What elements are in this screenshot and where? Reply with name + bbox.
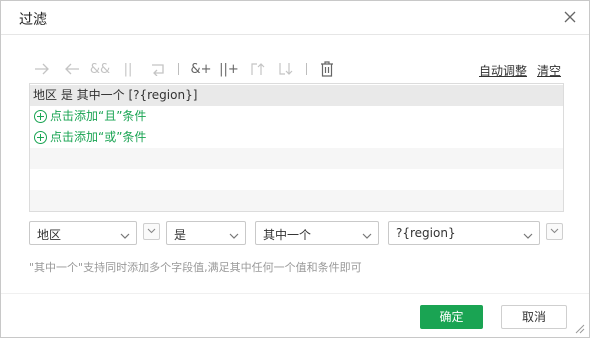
and-icon[interactable]: &&: [90, 59, 110, 79]
add-or-condition[interactable]: 点击添加“或”条件: [30, 127, 563, 148]
move-down-icon[interactable]: [277, 59, 295, 79]
operator-select-value: 是: [174, 228, 187, 242]
dialog-title: 过滤: [19, 12, 47, 28]
empty-row: [30, 169, 563, 190]
operator-select[interactable]: 是: [166, 221, 246, 245]
swap-icon[interactable]: [149, 59, 167, 79]
mode-select-value: 其中一个: [263, 228, 312, 242]
delete-icon[interactable]: [319, 59, 335, 79]
dialog-title-bar: 过滤: [1, 1, 589, 35]
add-or-icon[interactable]: ||+: [219, 59, 239, 79]
toolbar-separator: [306, 63, 307, 75]
mode-select[interactable]: 其中一个: [255, 221, 379, 245]
arrow-right-icon[interactable]: [33, 59, 51, 79]
chevron-down-icon: [523, 229, 533, 243]
add-and-condition[interactable]: 点击添加“且”条件: [30, 106, 563, 127]
move-up-icon[interactable]: [249, 59, 267, 79]
empty-row: [30, 148, 563, 169]
add-circle-icon: [34, 110, 47, 123]
field-select-value: 地区: [37, 228, 62, 242]
hint-text: "其中一个"支持同时添加多个字段值,满足其中任何一个值和条件即可: [29, 261, 362, 274]
chevron-down-icon: [229, 229, 239, 243]
footer-divider: [1, 293, 589, 294]
auto-adjust-link[interactable]: 自动调整: [479, 62, 527, 79]
chevron-down-icon: [120, 229, 130, 243]
empty-row: [30, 190, 563, 211]
clear-link[interactable]: 清空: [537, 62, 561, 79]
condition-text: 地区 是 其中一个 [?{region}]: [33, 88, 198, 102]
add-and-icon[interactable]: &+: [190, 59, 211, 79]
condition-toolbar: && || &+ ||+ 自动调整 清空: [29, 59, 561, 81]
add-or-label: 点击添加“或”条件: [50, 130, 147, 144]
chevron-down-icon: [362, 229, 372, 243]
field-select[interactable]: 地区: [29, 221, 137, 245]
value-select[interactable]: ?{region}: [388, 221, 540, 245]
filter-dialog: 过滤 && || &+ ||+ 自动调整 清空 地区 是 其中一个 [?{reg…: [0, 0, 590, 338]
condition-row-selected[interactable]: 地区 是 其中一个 [?{region}]: [30, 85, 563, 106]
add-and-label: 点击添加“且”条件: [50, 109, 147, 123]
value-select-value: ?{region}: [396, 226, 456, 240]
field-options-button[interactable]: [143, 223, 160, 240]
close-icon[interactable]: [561, 8, 579, 26]
condition-list: 地区 是 其中一个 [?{region}] 点击添加“且”条件 点击添加“或”条…: [29, 83, 564, 212]
arrow-left-icon[interactable]: [63, 59, 81, 79]
value-options-button[interactable]: [546, 223, 563, 240]
cancel-button[interactable]: 取消: [501, 305, 567, 329]
add-circle-icon: [34, 131, 47, 144]
toolbar-separator: [178, 63, 179, 75]
resize-grip-icon[interactable]: [575, 323, 585, 334]
ok-button[interactable]: 确定: [420, 305, 483, 329]
or-icon[interactable]: ||: [121, 59, 135, 79]
